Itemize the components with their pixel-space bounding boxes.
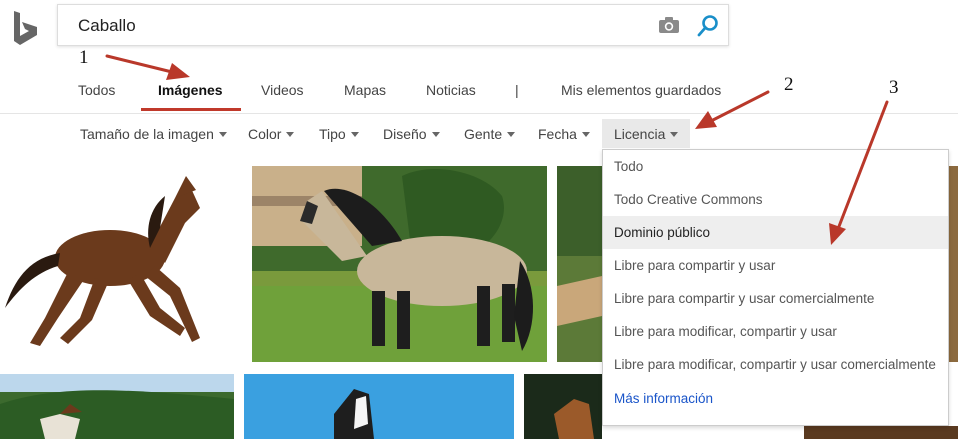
annotation-number: 2: [784, 74, 794, 95]
bing-logo[interactable]: [12, 10, 42, 46]
tab-noticias[interactable]: Noticias: [426, 82, 476, 98]
license-option[interactable]: Libre para compartir y usar comercialmen…: [603, 282, 948, 315]
filter-layout[interactable]: Diseño: [383, 126, 440, 142]
more-info-link[interactable]: Más información: [603, 382, 948, 415]
tab-mapas[interactable]: Mapas: [344, 82, 386, 98]
filter-people[interactable]: Gente: [464, 126, 516, 142]
filter-label: Tipo: [319, 126, 346, 142]
annotation-arrow: [105, 54, 174, 74]
horse-image: [0, 374, 234, 439]
search-box: [57, 4, 729, 46]
tab-separator: |: [515, 82, 519, 98]
camera-icon[interactable]: [658, 16, 680, 34]
filter-type[interactable]: Tipo: [319, 126, 359, 142]
license-option[interactable]: Libre para compartir y usar: [603, 249, 948, 282]
horse-image: [524, 374, 602, 439]
filter-date[interactable]: Fecha: [538, 126, 590, 142]
filter-label: Diseño: [383, 126, 427, 142]
image-result[interactable]: [804, 426, 958, 439]
horse-image: [949, 166, 958, 362]
caret-down-icon: [670, 131, 679, 137]
filter-label: Licencia: [614, 126, 666, 142]
horse-image: [252, 166, 547, 362]
search-input[interactable]: [78, 14, 618, 38]
license-option-selected[interactable]: Dominio público: [603, 216, 948, 249]
search-icon[interactable]: [696, 14, 720, 38]
license-option[interactable]: Todo: [603, 150, 948, 183]
annotation-number: 1: [79, 47, 89, 68]
tab-videos[interactable]: Videos: [261, 82, 304, 98]
header-divider: [0, 113, 958, 114]
horse-image: [557, 166, 602, 362]
tab-todos[interactable]: Todos: [78, 82, 115, 98]
license-dropdown: Todo Todo Creative Commons Dominio públi…: [602, 149, 949, 426]
tab-imagenes[interactable]: Imágenes: [158, 82, 223, 98]
filter-color[interactable]: Color: [248, 126, 295, 142]
image-result[interactable]: [0, 374, 234, 439]
annotation-number: 3: [889, 77, 899, 98]
license-option[interactable]: Libre para modificar, compartir y usar c…: [603, 348, 948, 381]
license-option[interactable]: Todo Creative Commons: [603, 183, 948, 216]
image-result[interactable]: [244, 374, 514, 439]
image-result[interactable]: [949, 166, 958, 362]
license-option[interactable]: Libre para modificar, compartir y usar: [603, 315, 948, 348]
filter-license[interactable]: Licencia: [602, 119, 691, 148]
caret-down-icon: [581, 131, 590, 137]
horse-image: [804, 426, 958, 439]
caret-down-icon: [431, 131, 440, 137]
horse-image: [5, 176, 200, 346]
filter-bar: Tamaño de la imagen Color Tipo Diseño Ge…: [0, 119, 958, 148]
caret-down-icon: [507, 131, 516, 137]
filter-label: Gente: [464, 126, 503, 142]
filter-label: Fecha: [538, 126, 577, 142]
filter-label: Color: [248, 126, 282, 142]
caret-down-icon: [286, 131, 295, 137]
image-result[interactable]: [0, 168, 236, 358]
caret-down-icon: [350, 131, 359, 137]
image-result[interactable]: [252, 166, 547, 362]
image-result[interactable]: [557, 166, 602, 362]
active-tab-underline: [141, 108, 241, 111]
horse-image: [244, 374, 514, 439]
tab-saved[interactable]: Mis elementos guardados: [561, 82, 721, 98]
filter-image-size[interactable]: Tamaño de la imagen: [80, 126, 227, 142]
filter-label: Tamaño de la imagen: [80, 126, 214, 142]
image-result[interactable]: [524, 374, 602, 439]
arrowhead-icon: [166, 63, 190, 80]
vertical-tabs: Todos Imágenes Videos Mapas Noticias | M…: [0, 82, 958, 102]
caret-down-icon: [218, 131, 227, 137]
